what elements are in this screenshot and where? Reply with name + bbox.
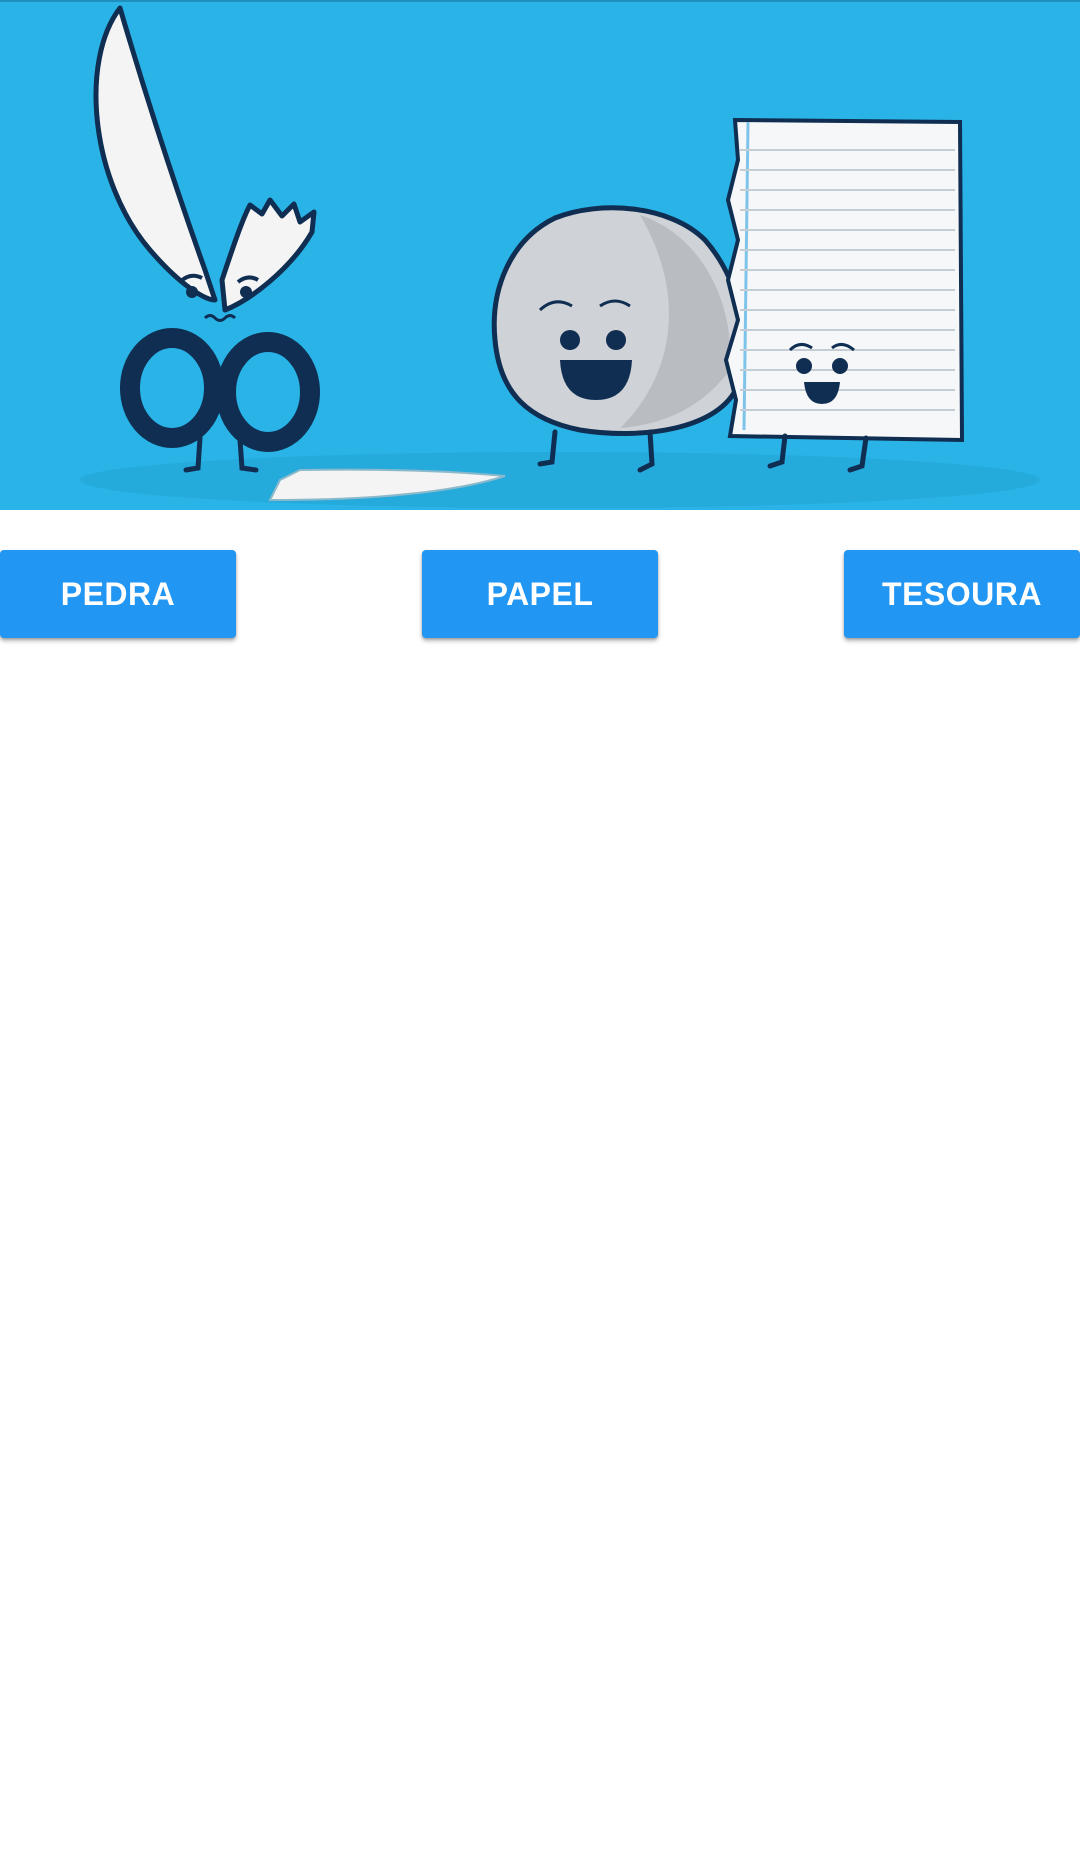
top-divider <box>0 0 1080 2</box>
paper-button[interactable]: PAPEL <box>422 550 658 638</box>
scissors-button[interactable]: TESOURA <box>844 550 1080 638</box>
rock-button[interactable]: PEDRA <box>0 550 236 638</box>
paper-character <box>723 117 965 473</box>
rock-paper-scissors-banner <box>0 0 1080 510</box>
game-screen: PEDRA PAPEL TESOURA <box>0 0 1080 1858</box>
